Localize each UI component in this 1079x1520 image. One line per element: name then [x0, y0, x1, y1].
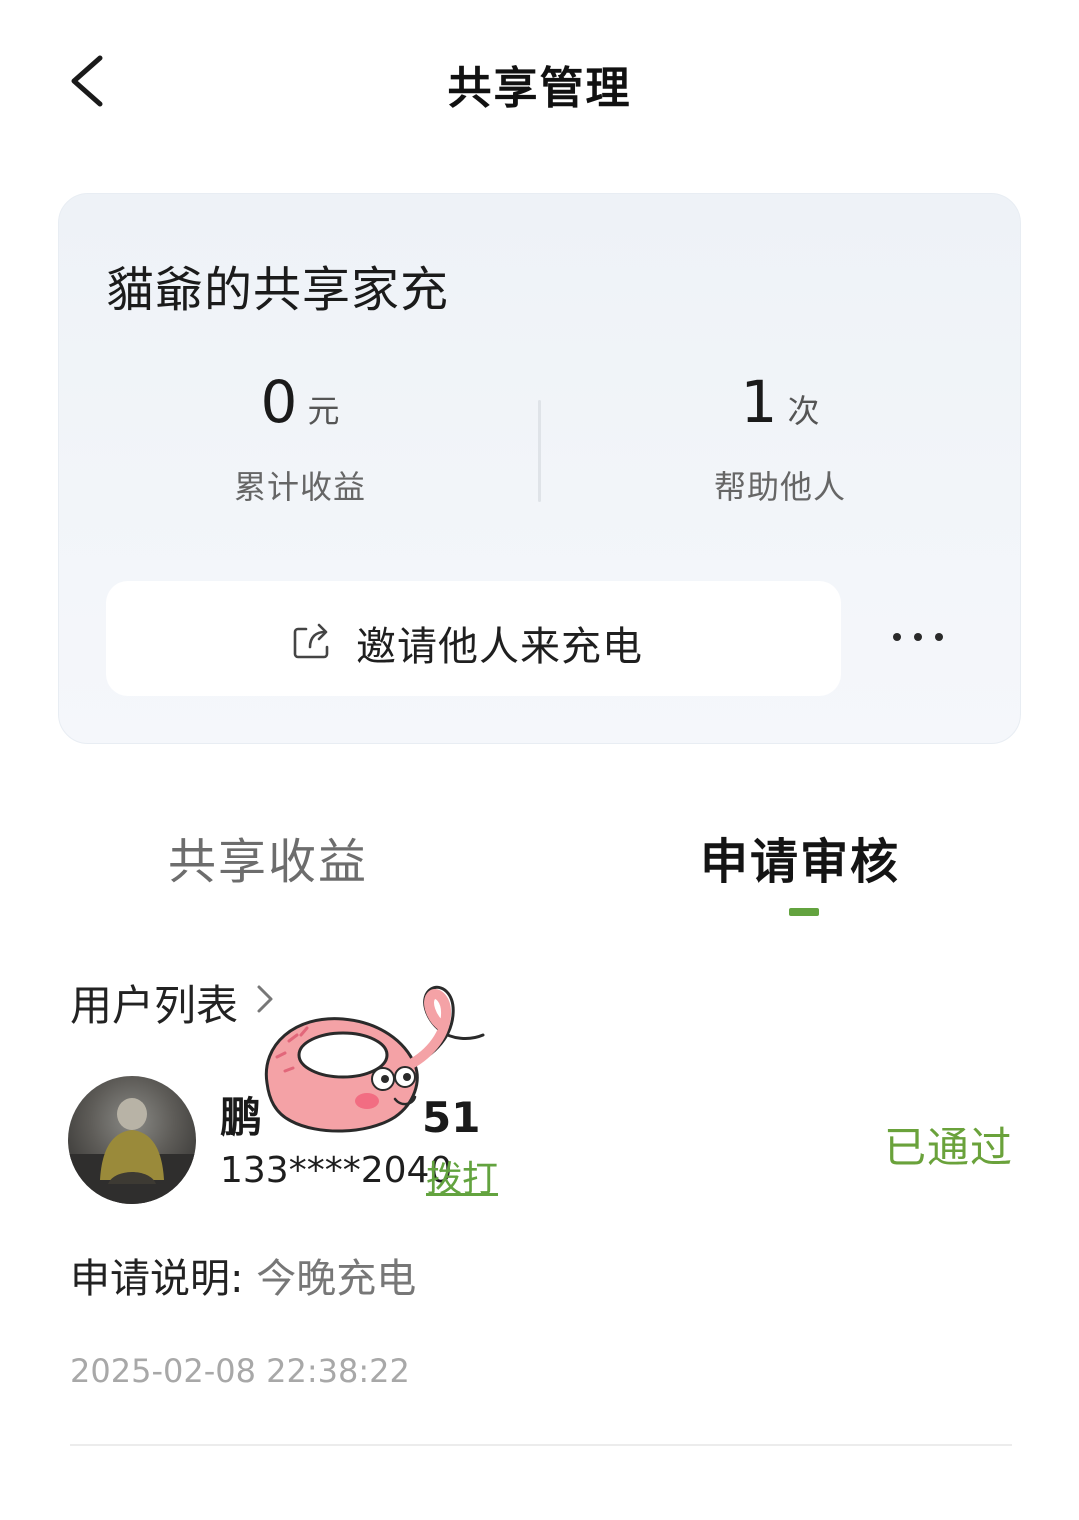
active-tab-indicator [789, 908, 819, 916]
more-button[interactable] [885, 616, 951, 658]
helped-unit: 次 [787, 392, 820, 430]
earnings-label: 累计收益 [233, 468, 366, 506]
helped-value: 1 [740, 368, 778, 436]
earnings-stat: 0元 [150, 368, 450, 438]
page-title: 共享管理 [447, 63, 632, 114]
share-icon [293, 623, 329, 659]
stat-divider [538, 400, 541, 502]
applicant-phone: 133****2040 [220, 1150, 453, 1191]
station-title: 貓爺的共享家充 [106, 262, 450, 318]
avatar [68, 1076, 196, 1204]
whale-sticker [264, 985, 485, 1133]
earnings-unit: 元 [307, 392, 340, 430]
tab-application-review[interactable]: 申请审核 [700, 822, 900, 892]
tab-share-income[interactable]: 共享收益 [168, 822, 368, 892]
earnings-value: 0 [260, 368, 298, 436]
application-note-label: 申请说明: [70, 1256, 257, 1302]
user-list-link[interactable]: 用户列表 [70, 972, 238, 1033]
invite-button-label: 邀请他人来充电 [356, 624, 643, 670]
call-link[interactable]: 拨打 [426, 1150, 498, 1202]
divider [70, 1444, 1012, 1446]
more-dots-icon [893, 633, 901, 641]
application-note: 申请说明: 今晚充电 [70, 1246, 416, 1304]
helped-label: 帮助他人 [713, 468, 846, 506]
application-timestamp: 2025-02-08 22:38:22 [70, 1352, 410, 1390]
status-badge: 已通过 [884, 1123, 1014, 1172]
helped-stat: 1次 [630, 368, 930, 438]
application-note-value: 今晚充电 [256, 1256, 417, 1302]
